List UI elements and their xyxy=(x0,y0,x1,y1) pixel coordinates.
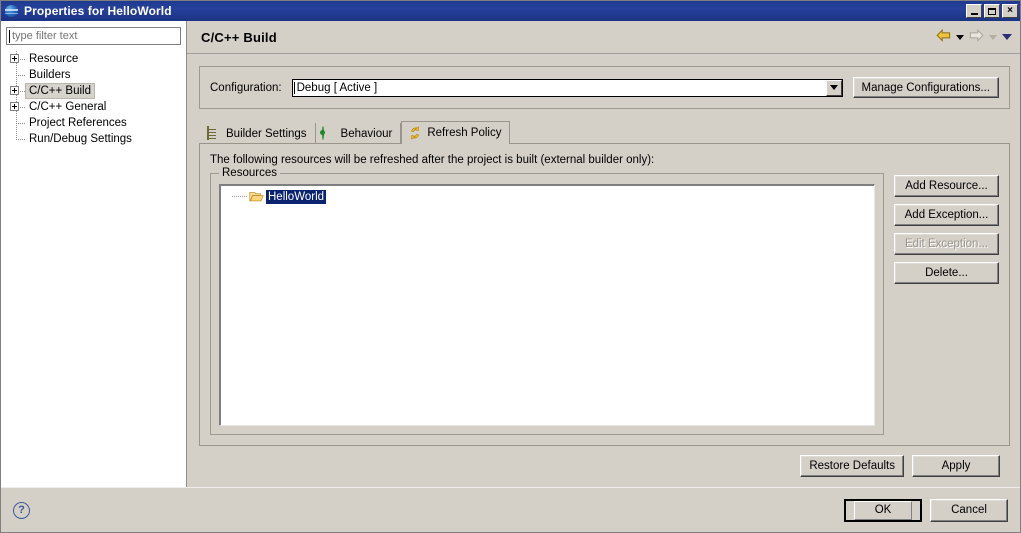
delete-button[interactable]: Delete... xyxy=(894,262,999,284)
configuration-group: Configuration: Debug [ Active ] Manage C… xyxy=(199,66,1010,109)
add-resource-button[interactable]: Add Resource... xyxy=(894,175,999,197)
sidebar-item-label: Run/Debug Settings xyxy=(29,133,132,145)
ok-button[interactable]: OK xyxy=(844,498,922,522)
filter-box[interactable] xyxy=(6,27,181,45)
tree-connector-icon xyxy=(8,115,26,131)
forward-arrow-icon xyxy=(969,28,984,46)
expand-toggle-icon[interactable] xyxy=(8,83,26,99)
dialog-body: Resource Builders C/C++ Build xyxy=(1,21,1020,487)
back-history-chevron-down-icon[interactable] xyxy=(956,34,964,40)
back-arrow-icon[interactable] xyxy=(936,28,951,46)
configuration-label: Configuration: xyxy=(210,81,282,94)
page-title: C/C++ Build xyxy=(201,29,277,45)
title-bar[interactable]: Properties for HelloWorld × xyxy=(1,1,1020,21)
resources-row: Resources HelloWorld Add Resource... Add… xyxy=(210,167,999,435)
refresh-policy-description: The following resources will be refreshe… xyxy=(210,154,655,166)
refresh-policy-panel: The following resources will be refreshe… xyxy=(199,143,1010,446)
expand-toggle-icon[interactable] xyxy=(8,99,26,115)
tab-behaviour[interactable]: Behaviour xyxy=(316,123,402,144)
text-caret xyxy=(9,30,10,43)
maximize-button[interactable] xyxy=(984,4,1000,18)
refresh-icon xyxy=(408,126,422,140)
tree-connector-icon xyxy=(8,67,26,83)
tab-label: Behaviour xyxy=(340,127,393,140)
apply-button[interactable]: Apply xyxy=(912,455,1000,477)
add-exception-button[interactable]: Add Exception... xyxy=(894,204,999,226)
dialog-footer: ? OK Cancel xyxy=(1,487,1020,532)
page-actions: Restore Defaults Apply xyxy=(199,446,1010,487)
restore-defaults-button[interactable]: Restore Defaults xyxy=(800,455,904,477)
tab-builder-settings[interactable]: Builder Settings xyxy=(201,123,316,144)
sidebar-item-builders[interactable]: Builders xyxy=(8,67,181,83)
properties-dialog: Properties for HelloWorld × Resource xyxy=(0,0,1021,533)
help-icon[interactable]: ? xyxy=(13,501,30,519)
tree-connector-icon xyxy=(232,196,248,197)
manage-configurations-button[interactable]: Manage Configurations... xyxy=(852,77,999,98)
resources-tree[interactable]: HelloWorld xyxy=(219,184,875,426)
tree-item-helloworld[interactable]: HelloWorld xyxy=(220,189,874,204)
close-button[interactable]: × xyxy=(1002,4,1018,18)
tree-item-label: HelloWorld xyxy=(266,189,327,204)
expand-toggle-icon[interactable] xyxy=(8,51,26,67)
tree-connector-icon xyxy=(8,131,26,147)
tab-refresh-policy[interactable]: Refresh Policy xyxy=(401,121,511,144)
resource-actions: Add Resource... Add Exception... Edit Ex… xyxy=(894,173,999,435)
settings-content-pane: C/C++ Build Configuration: Debug [Activ… xyxy=(187,21,1020,487)
sidebar-item-resource[interactable]: Resource xyxy=(8,51,181,67)
sidebar-item-cpp-build[interactable]: C/C++ Build xyxy=(8,83,181,99)
configuration-value: Debug [ Active ] xyxy=(292,79,826,96)
tab-label: Builder Settings xyxy=(226,127,307,140)
tab-bar: Builder Settings Behaviour Refresh Polic… xyxy=(199,121,1010,144)
configuration-select[interactable]: Debug [ Active ] xyxy=(291,78,843,97)
content-main: Configuration: Debug [ Active ] Manage C… xyxy=(187,54,1020,487)
sidebar-item-run-debug-settings[interactable]: Run/Debug Settings xyxy=(8,131,181,147)
sidebar-item-label: C/C++ Build xyxy=(24,83,96,99)
cancel-button[interactable]: Cancel xyxy=(930,498,1008,522)
settings-tree-panel: Resource Builders C/C++ Build xyxy=(1,21,187,487)
target-icon xyxy=(321,125,336,141)
sidebar-item-project-references[interactable]: Project References xyxy=(8,115,181,131)
sidebar-item-cpp-general[interactable]: C/C++ General xyxy=(8,99,181,115)
resources-group: Resources HelloWorld xyxy=(210,167,884,435)
resources-group-label: Resources xyxy=(219,167,280,179)
search-input[interactable] xyxy=(10,30,180,42)
list-document-icon xyxy=(207,125,221,141)
sidebar-item-label: Builders xyxy=(29,69,71,81)
restore-chevron-down-icon[interactable] xyxy=(1002,34,1012,40)
globe-icon xyxy=(5,4,19,18)
content-header: C/C++ Build xyxy=(187,21,1020,54)
ok-button-label: OK xyxy=(854,500,912,520)
minimize-button[interactable] xyxy=(966,4,982,18)
sidebar-item-label: C/C++ General xyxy=(29,101,107,113)
navigation-toolbar xyxy=(936,28,1012,46)
window-controls: × xyxy=(966,4,1018,18)
chevron-down-icon[interactable] xyxy=(825,79,842,96)
settings-tree: Resource Builders C/C++ Build C/C++ Gene… xyxy=(6,51,181,147)
sidebar-item-label: Resource xyxy=(29,53,79,65)
edit-exception-button: Edit Exception... xyxy=(894,233,999,255)
window-title: Properties for HelloWorld xyxy=(24,4,172,18)
tab-label: Refresh Policy xyxy=(427,127,502,139)
sidebar-item-label: Project References xyxy=(29,117,127,129)
forward-history-chevron-down-icon xyxy=(989,34,997,40)
open-folder-icon xyxy=(249,190,264,203)
close-icon: × xyxy=(1007,5,1013,16)
